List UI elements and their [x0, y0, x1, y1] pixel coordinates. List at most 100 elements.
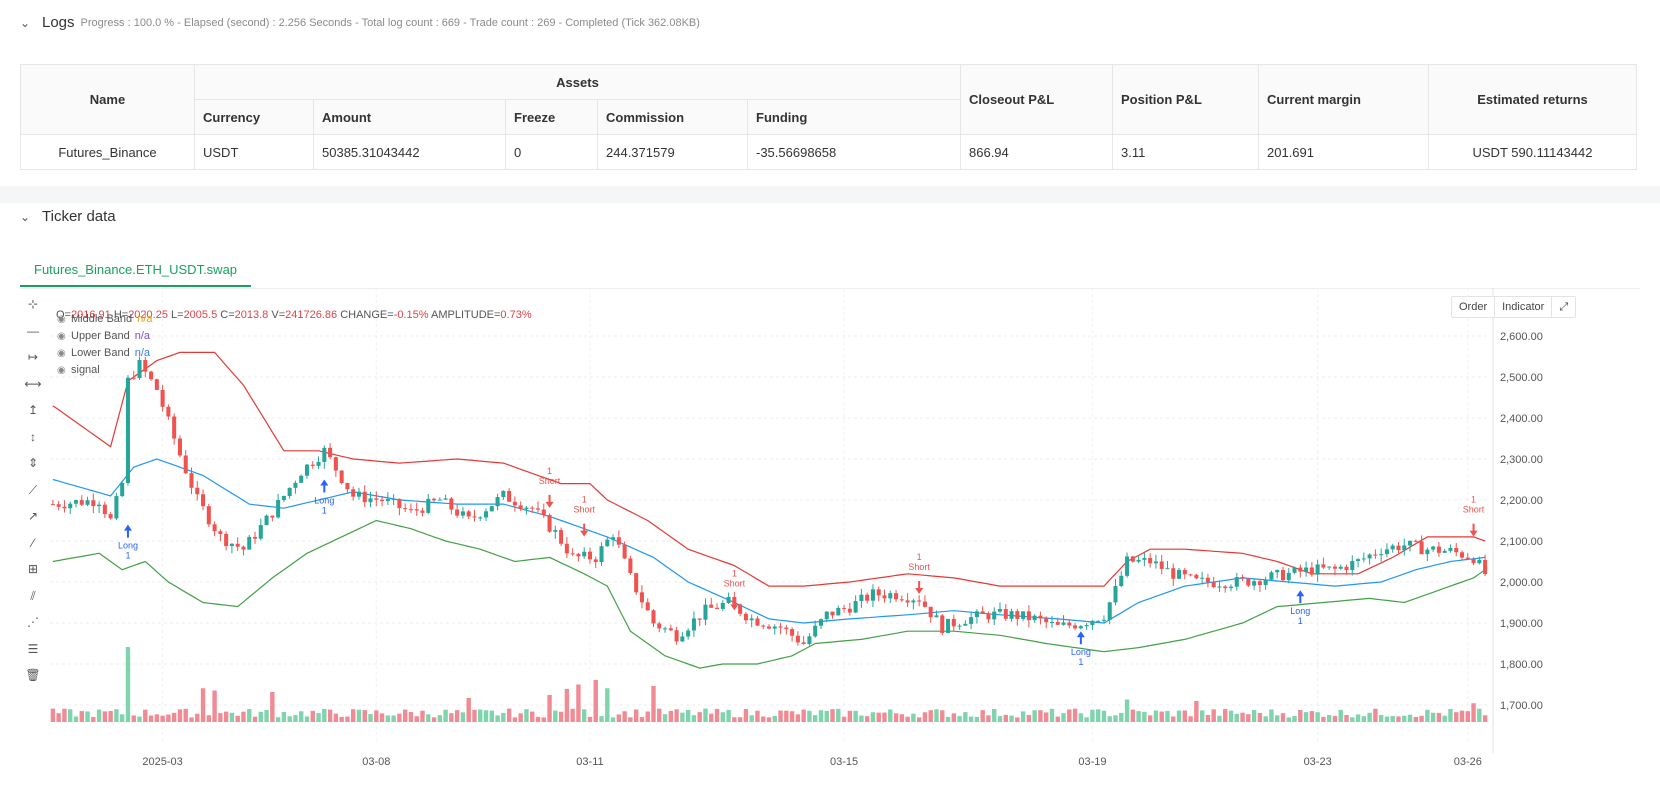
candle-body[interactable] — [1044, 618, 1049, 623]
candle-body[interactable] — [622, 544, 627, 559]
indicator-button[interactable]: Indicator — [1494, 297, 1551, 317]
candle-body[interactable] — [905, 600, 910, 603]
candle-body[interactable] — [1246, 578, 1251, 586]
candle-body[interactable] — [195, 487, 200, 495]
candle-body[interactable] — [766, 626, 772, 629]
candle-body[interactable] — [870, 589, 875, 601]
candle-body[interactable] — [668, 628, 673, 631]
candle-body[interactable] — [1026, 611, 1031, 621]
candle-body[interactable] — [951, 618, 956, 627]
candle-body[interactable] — [755, 618, 760, 626]
candle-body[interactable] — [772, 626, 777, 629]
candle-body[interactable] — [1379, 554, 1384, 556]
candle-body[interactable] — [281, 495, 286, 501]
candle-body[interactable] — [888, 593, 893, 599]
candle-body[interactable] — [356, 491, 361, 497]
candle-body[interactable] — [726, 596, 731, 603]
candle-body[interactable] — [270, 515, 275, 518]
candle-body[interactable] — [853, 601, 858, 613]
candle-body[interactable] — [1396, 545, 1401, 551]
candle-body[interactable] — [842, 607, 847, 609]
candle-body[interactable] — [351, 489, 356, 497]
candle-body[interactable] — [235, 543, 240, 547]
eye-icon[interactable]: ◉ — [57, 331, 71, 342]
candle-body[interactable] — [420, 510, 425, 513]
candle-body[interactable] — [333, 457, 338, 471]
candle-body[interactable] — [865, 594, 870, 601]
candle-body[interactable] — [1084, 625, 1089, 627]
candle-body[interactable] — [183, 455, 188, 474]
candle-body[interactable] — [1032, 615, 1037, 621]
candle-body[interactable] — [1252, 581, 1257, 586]
order-button[interactable]: Order — [1452, 297, 1494, 317]
eye-icon[interactable]: ◉ — [57, 365, 71, 376]
candle-body[interactable] — [1454, 547, 1459, 553]
candle-body[interactable] — [691, 618, 696, 631]
candle-body[interactable] — [1373, 554, 1378, 556]
candle-body[interactable] — [408, 509, 413, 511]
candle-body[interactable] — [368, 498, 373, 503]
candle-body[interactable] — [79, 500, 84, 505]
candle-body[interactable] — [778, 626, 783, 628]
candle-body[interactable] — [582, 551, 587, 557]
candle-body[interactable] — [478, 517, 483, 519]
candle-body[interactable] — [1419, 541, 1424, 555]
extended-line-icon[interactable]: ⟷ — [24, 375, 42, 393]
candle-body[interactable] — [1436, 546, 1441, 553]
candle-body[interactable] — [1148, 557, 1153, 564]
candle-body[interactable] — [339, 470, 344, 483]
candle-body[interactable] — [304, 464, 310, 476]
candle-body[interactable] — [449, 498, 454, 510]
candle-body[interactable] — [709, 604, 714, 608]
parallel-channel-icon[interactable]: ⫽ — [24, 587, 42, 605]
candle-body[interactable] — [1228, 586, 1234, 589]
candle-body[interactable] — [836, 607, 841, 616]
candle-body[interactable] — [697, 618, 702, 620]
candle-body[interactable] — [91, 500, 96, 507]
candle-body[interactable] — [720, 602, 725, 609]
candle-body[interactable] — [1448, 547, 1453, 551]
vertical-segment-icon[interactable]: ⇕ — [24, 454, 42, 472]
candle-body[interactable] — [674, 630, 679, 642]
candle-body[interactable] — [391, 498, 396, 500]
candle-body[interactable] — [149, 371, 154, 380]
candle-body[interactable] — [535, 508, 541, 510]
candle-body[interactable] — [801, 642, 806, 644]
candle-body[interactable] — [97, 504, 102, 507]
candle-body[interactable] — [928, 606, 933, 618]
candle-body[interactable] — [460, 511, 465, 516]
candle-body[interactable] — [1090, 620, 1095, 626]
candle-body[interactable] — [1113, 586, 1118, 603]
eye-icon[interactable]: ◉ — [57, 348, 71, 359]
candle-body[interactable] — [946, 618, 951, 634]
candle-body[interactable] — [85, 500, 90, 505]
delete-icon[interactable]: 🗑 — [24, 666, 42, 684]
candle-body[interactable] — [374, 498, 379, 500]
legend-signal[interactable]: ◉ signal — [57, 364, 100, 376]
vertical-ray-icon[interactable]: ↥ — [24, 401, 42, 419]
candle-body[interactable] — [564, 543, 569, 554]
candle-body[interactable] — [530, 507, 535, 509]
candle-body[interactable] — [1136, 559, 1141, 562]
candle-body[interactable] — [963, 623, 968, 626]
candle-body[interactable] — [715, 607, 720, 609]
candle-body[interactable] — [1338, 566, 1343, 569]
candle-body[interactable] — [218, 531, 223, 534]
candle-body[interactable] — [264, 515, 269, 526]
candle-body[interactable] — [102, 504, 107, 515]
candle-body[interactable] — [784, 627, 789, 630]
candle-body[interactable] — [1269, 572, 1274, 580]
candle-body[interactable] — [790, 629, 795, 636]
candle-body[interactable] — [1431, 546, 1436, 550]
candle-body[interactable] — [934, 615, 939, 618]
candle-body[interactable] — [507, 490, 512, 502]
candle-body[interactable] — [593, 559, 598, 563]
candle-body[interactable] — [1009, 611, 1014, 619]
candle-body[interactable] — [830, 611, 835, 616]
candle-body[interactable] — [940, 615, 945, 634]
candle-body[interactable] — [247, 536, 252, 550]
candle-body[interactable] — [824, 611, 829, 620]
candle-body[interactable] — [1142, 557, 1147, 560]
candle-body[interactable] — [807, 636, 812, 644]
candle-body[interactable] — [518, 505, 523, 510]
